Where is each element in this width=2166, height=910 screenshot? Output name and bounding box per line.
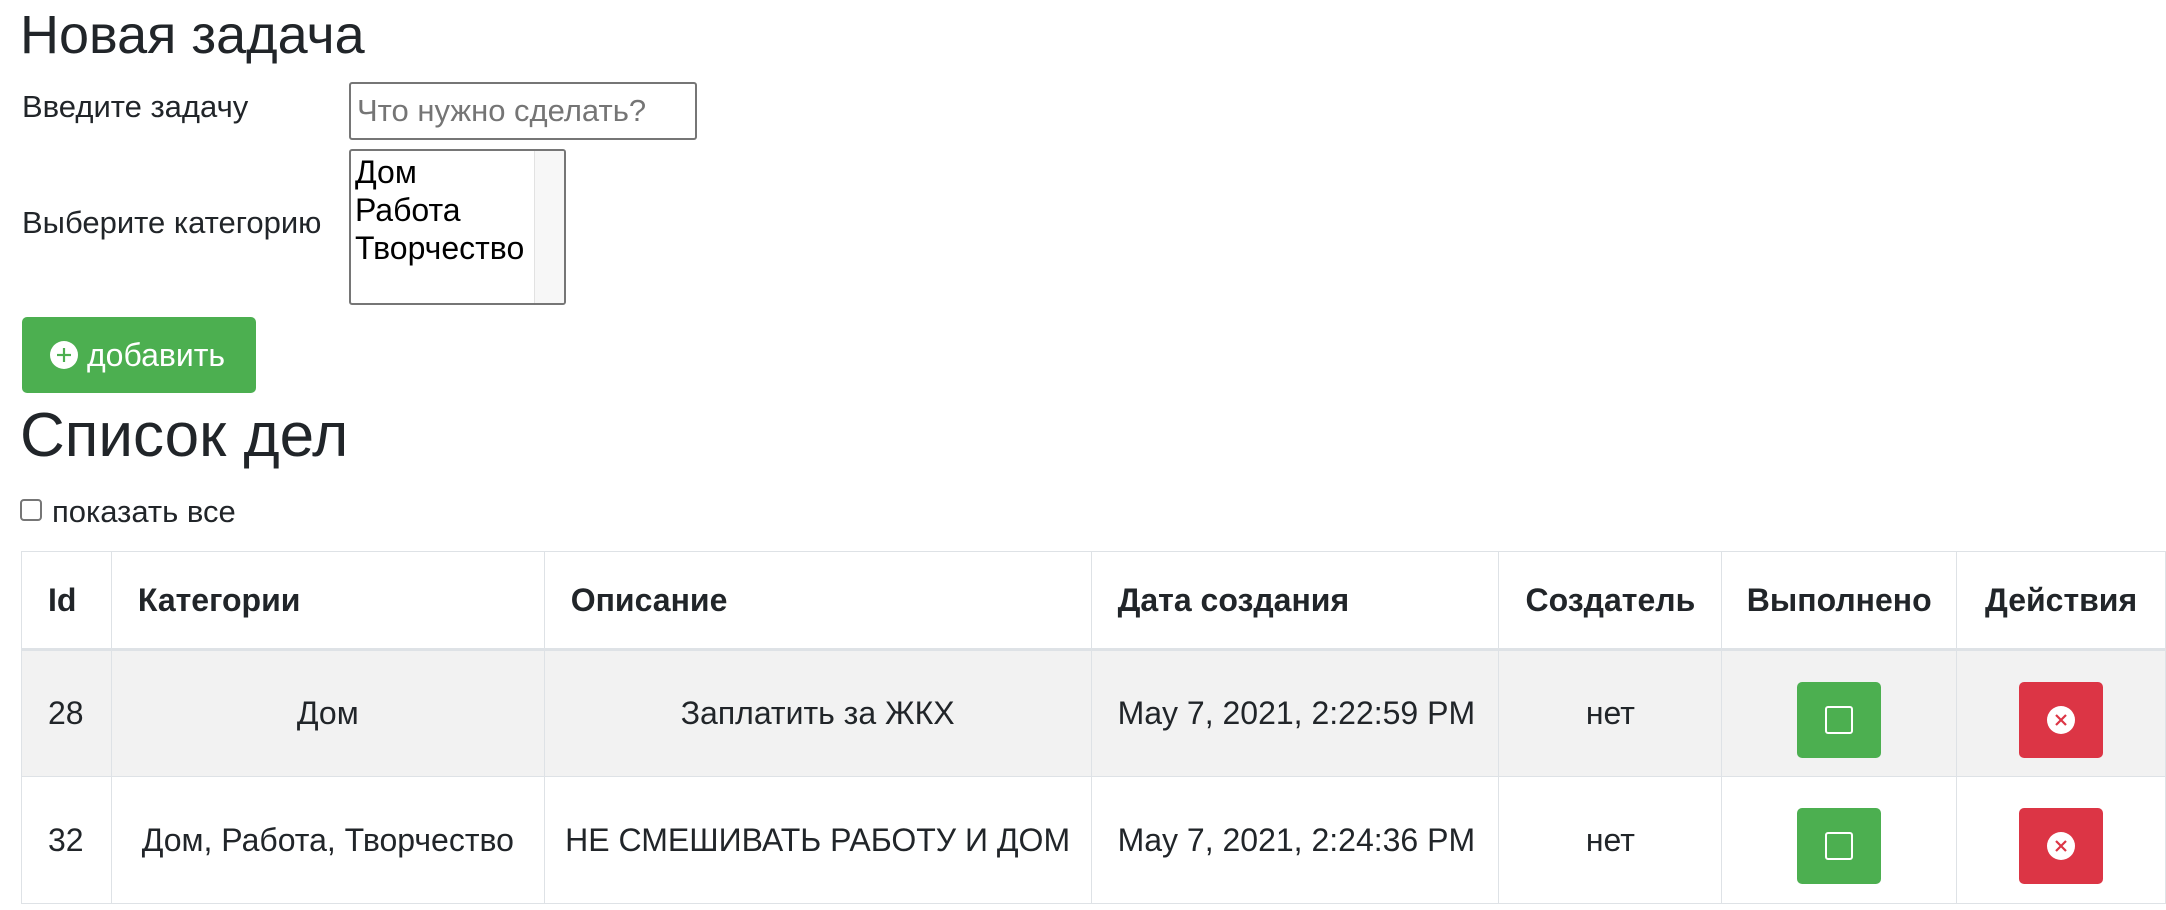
mark-done-button[interactable] (1797, 808, 1882, 884)
category-select[interactable]: Дом Работа Творчество (349, 149, 566, 305)
category-option-work[interactable]: Работа (355, 191, 524, 229)
column-header-actions: Действия (1956, 551, 2166, 651)
task-id: 32 (21, 776, 112, 904)
task-list-heading: Список дел (20, 401, 349, 470)
plus-circle-icon (49, 340, 79, 370)
task-creator: нет (1498, 649, 1723, 777)
square-icon (1825, 705, 1854, 734)
task-creator: нет (1498, 776, 1723, 904)
show-all-label: показать все (52, 494, 236, 529)
task-actions-cell (1956, 649, 2166, 777)
table-row: 28 Дом Заплатить за ЖКХ May 7, 2021, 2:2… (21, 649, 2166, 777)
task-input-label: Введите задачу (22, 89, 249, 124)
add-task-button[interactable]: добавить (22, 317, 256, 393)
column-header-id: Id (21, 551, 112, 651)
task-actions-cell (1956, 776, 2166, 904)
task-categories: Дом, Работа, Творчество (110, 776, 545, 904)
category-options: Дом Работа Творчество (355, 153, 524, 267)
show-all-toggle[interactable]: показать все (20, 494, 236, 530)
new-task-heading: Новая задача (20, 5, 365, 65)
category-option-home[interactable]: Дом (355, 153, 524, 191)
task-created: May 7, 2021, 2:22:59 PM (1090, 649, 1500, 777)
column-header-description: Описание (543, 551, 1092, 651)
task-done-cell (1721, 649, 1958, 777)
tasks-table: Id Категории Описание Дата создания Созд… (21, 551, 2166, 904)
close-circle-icon (2047, 705, 2076, 734)
category-select-label: Выберите категорию (22, 205, 322, 240)
task-created: May 7, 2021, 2:24:36 PM (1090, 776, 1500, 904)
show-all-checkbox[interactable] (20, 499, 42, 521)
column-header-categories: Категории (110, 551, 545, 651)
table-header-row: Id Категории Описание Дата создания Созд… (21, 551, 2166, 651)
delete-task-button[interactable] (2019, 681, 2104, 758)
column-header-creator: Создатель (1498, 551, 1723, 651)
delete-task-button[interactable] (2019, 808, 2104, 884)
task-done-cell (1721, 776, 1958, 904)
task-id: 28 (21, 649, 112, 777)
add-task-button-label: добавить (87, 336, 226, 373)
table-row: 32 Дом, Работа, Творчество НЕ СМЕШИВАТЬ … (21, 776, 2166, 904)
category-select-scrollbar[interactable] (534, 151, 564, 303)
square-icon (1825, 832, 1854, 860)
task-input[interactable] (349, 82, 697, 140)
task-description: НЕ СМЕШИВАТЬ РАБОТУ И ДОМ (543, 776, 1092, 904)
category-option-creativity[interactable]: Творчество (355, 229, 524, 267)
mark-done-button[interactable] (1797, 681, 1882, 758)
page: Новая задача Введите задачу Выберите кат… (0, 0, 2166, 910)
task-description: Заплатить за ЖКХ (543, 649, 1092, 777)
column-header-created: Дата создания (1090, 551, 1500, 651)
column-header-done: Выполнено (1721, 551, 1958, 651)
close-circle-icon (2047, 832, 2076, 860)
task-categories: Дом (110, 649, 545, 777)
